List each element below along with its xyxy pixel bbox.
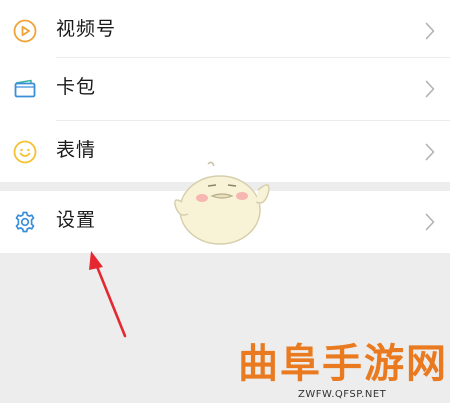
chevron-right-icon bbox=[425, 80, 435, 98]
chevron-right-icon bbox=[425, 213, 435, 231]
menu-item-label: 视频号 bbox=[56, 18, 117, 40]
watermark-title: 曲阜手游网 bbox=[238, 341, 448, 387]
menu-item-channels[interactable]: 视频号 bbox=[0, 0, 450, 62]
menu-item-label: 表情 bbox=[56, 139, 97, 161]
watermark-url: ZWFW.QFSP.NET bbox=[298, 389, 387, 400]
chevron-right-icon bbox=[425, 143, 435, 161]
menu-item-label: 卡包 bbox=[56, 76, 97, 98]
menu-item-label: 设置 bbox=[56, 209, 97, 231]
sticker-smile-icon bbox=[13, 140, 37, 164]
menu-group-top: 视频号 卡包 表情 bbox=[0, 0, 450, 182]
red-pointer-arrow bbox=[89, 251, 127, 338]
chevron-right-icon bbox=[425, 22, 435, 40]
card-wallet-icon bbox=[14, 79, 36, 98]
mascot-sticker-image bbox=[174, 161, 270, 245]
channels-icon bbox=[13, 19, 37, 43]
menu-item-card-wallet[interactable]: 卡包 bbox=[0, 58, 450, 120]
settings-gear-icon bbox=[15, 211, 35, 233]
